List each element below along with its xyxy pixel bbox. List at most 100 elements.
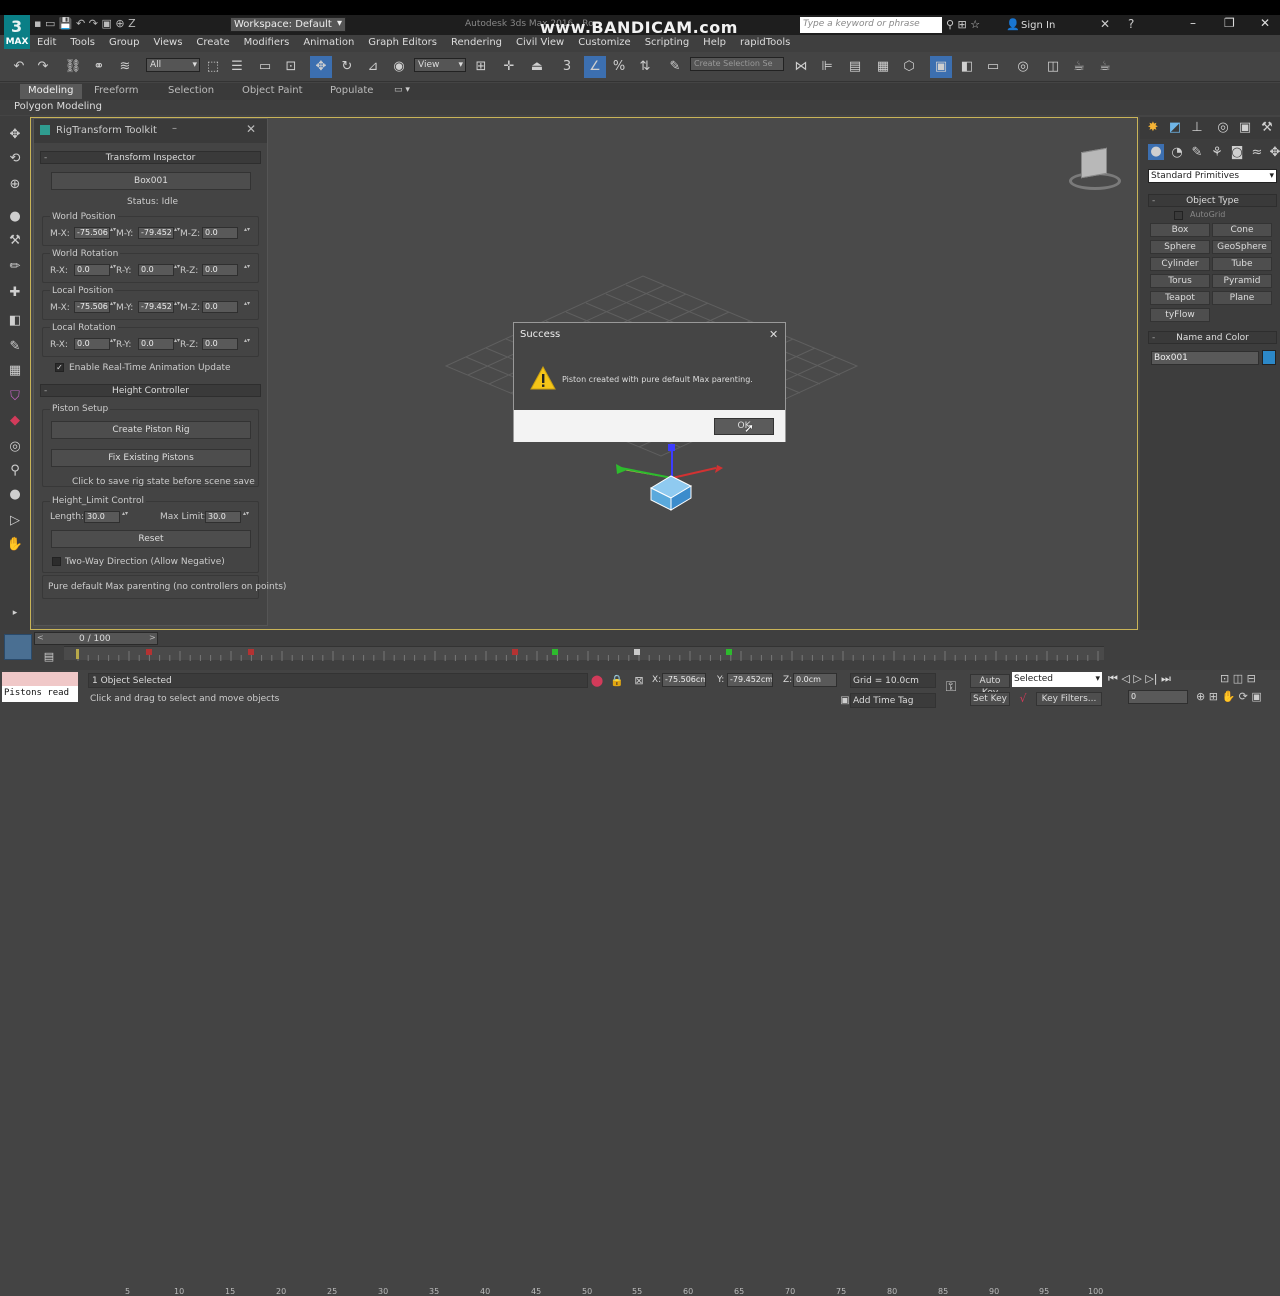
teapot-button[interactable]: Teapot	[1150, 291, 1210, 305]
reset-button[interactable]: Reset	[51, 530, 251, 548]
redo-icon[interactable]: ↷	[34, 58, 52, 76]
binoculars-icon[interactable]: ⚲ ⊞ ☆	[946, 18, 980, 31]
select-icon[interactable]: ✥	[6, 126, 24, 144]
world-rotation-z-spinner[interactable]: ▴▾	[244, 264, 250, 276]
local-rotation-z-field[interactable]: 0.0	[202, 338, 238, 350]
key-filters-button[interactable]: Key Filters...	[1036, 692, 1102, 706]
length-field[interactable]: 30.0	[84, 511, 120, 523]
play-icon[interactable]: ▷	[1133, 672, 1141, 685]
snaps-toggle-icon[interactable]: 3	[558, 58, 576, 76]
close-icon[interactable]: ✕	[1260, 16, 1270, 30]
select-object-icon[interactable]: ⬚	[204, 58, 222, 76]
time-slider-prev-icon[interactable]: <	[37, 633, 44, 642]
local-position-y-field[interactable]: -79.452	[138, 301, 174, 313]
menu-edit[interactable]: Edit	[37, 37, 56, 48]
tangent-icon[interactable]: √	[1014, 690, 1032, 708]
pyramid-button[interactable]: Pyramid	[1212, 274, 1272, 288]
display-tab-icon[interactable]: ▣	[1236, 119, 1254, 137]
zoom-extents-icon[interactable]: ⊡	[1220, 672, 1229, 685]
paint-icon[interactable]: ✚	[6, 284, 24, 302]
select-and-place-icon[interactable]: ◉	[390, 58, 408, 76]
cone-button[interactable]: Cone	[1212, 223, 1272, 237]
menu-views[interactable]: Views	[153, 37, 182, 48]
menu-group[interactable]: Group	[109, 37, 139, 48]
world-position-z-spinner[interactable]: ▴▾	[244, 227, 250, 239]
field-of-view-icon[interactable]: ◫	[1233, 672, 1243, 685]
menu-modifiers[interactable]: Modifiers	[244, 37, 290, 48]
x-coordinate-field[interactable]: -75.506cm	[662, 673, 706, 687]
render-teapot-icon[interactable]: ☕	[1096, 58, 1114, 76]
autogrid-checkbox[interactable]	[1174, 211, 1183, 220]
local-position-z-spinner[interactable]: ▴▾	[244, 301, 250, 313]
reference-coordinate-dropdown[interactable]: View ▾	[414, 58, 466, 72]
maximize-icon[interactable]: ❐	[1224, 16, 1235, 30]
tab-populate[interactable]: Populate	[322, 84, 381, 99]
align-icon[interactable]: ⊫	[818, 58, 836, 76]
world-position-x-field[interactable]: -75.506	[74, 227, 110, 239]
track-bar-toggle-icon[interactable]: ▤	[40, 648, 58, 666]
absolute-mode-icon[interactable]: ⊠	[630, 672, 648, 690]
manipulate-icon[interactable]: ✛	[500, 58, 518, 76]
menu-rapidtools[interactable]: rapidTools	[740, 37, 790, 48]
y-coordinate-field[interactable]: -79.452cm	[727, 673, 773, 687]
dialog-close-icon[interactable]: ✕	[769, 328, 778, 341]
bind-space-warp-icon[interactable]: ≋	[116, 58, 134, 76]
tab-object-paint[interactable]: Object Paint	[234, 84, 311, 99]
go-to-end-icon[interactable]: ⏭	[1161, 672, 1171, 685]
help-icon[interactable]: ?	[1128, 17, 1134, 31]
unlink-icon[interactable]: ⚭	[90, 58, 108, 76]
render-production-icon[interactable]: ◫	[1044, 58, 1062, 76]
save-rig-state-hint[interactable]: Click to save rig state before scene sav…	[72, 477, 255, 487]
render-iterative-icon[interactable]: ☕	[1070, 58, 1088, 76]
viewcube[interactable]	[1065, 146, 1123, 192]
transform-inspector-rollout[interactable]: - Transform Inspector	[40, 151, 261, 164]
modify-tab-icon[interactable]: ◩	[1166, 119, 1184, 137]
zoom-all-icon[interactable]: ⊞	[1209, 690, 1218, 703]
object-category-dropdown[interactable]: Standard Primitives ▾	[1148, 169, 1277, 183]
object-color-swatch[interactable]	[1262, 350, 1276, 365]
spacewarps-icon[interactable]: ≈	[1248, 144, 1266, 162]
tyflow-button[interactable]: tyFlow	[1150, 308, 1210, 322]
zoom-region-icon[interactable]: ⊟	[1247, 672, 1256, 685]
toggle-ribbon-icon[interactable]: ▦	[874, 58, 892, 76]
key-mode-dropdown[interactable]: Selected ▾	[1012, 672, 1102, 687]
local-position-z-field[interactable]: 0.0	[202, 301, 238, 313]
rectangular-selection-icon[interactable]: ▭	[256, 58, 274, 76]
edit-icon[interactable]: ✎	[6, 338, 24, 356]
time-slider-next-icon[interactable]: >	[149, 633, 156, 642]
bones-icon[interactable]: ⚲	[6, 462, 24, 480]
menu-customize[interactable]: Customize	[578, 37, 631, 48]
menu-help[interactable]: Help	[703, 37, 726, 48]
track-bar[interactable]	[64, 646, 1104, 661]
dot-icon[interactable]: ●	[6, 486, 24, 504]
max-limit-spinner[interactable]: ▴▾	[243, 511, 249, 523]
plane-button[interactable]: Plane	[1212, 291, 1272, 305]
minimize-icon[interactable]: –	[1190, 16, 1196, 30]
set-key-button[interactable]: Set Key	[970, 692, 1010, 706]
length-spinner[interactable]: ▴▾	[122, 511, 128, 523]
torus-button[interactable]: Torus	[1150, 274, 1210, 288]
polygon-modeling-label[interactable]: Polygon Modeling	[14, 101, 102, 112]
gem-icon[interactable]: ◆	[6, 412, 24, 430]
world-rotation-y-field[interactable]: 0.0	[138, 264, 174, 276]
object-name-button[interactable]: Box001	[51, 172, 251, 190]
select-and-rotate-icon[interactable]: ↻	[338, 58, 356, 76]
maxscript-mini-listener[interactable]	[2, 672, 78, 686]
menu-civil-view[interactable]: Civil View	[516, 37, 564, 48]
previous-frame-icon[interactable]: ◁	[1121, 672, 1129, 685]
menu-scripting[interactable]: Scripting	[645, 37, 689, 48]
world-position-z-field[interactable]: 0.0	[202, 227, 238, 239]
select-by-name-icon[interactable]: ☰	[228, 58, 246, 76]
cameras-icon[interactable]: ⚘	[1208, 144, 1226, 162]
lock-icon[interactable]: 🔒	[608, 672, 626, 690]
play-icon[interactable]: ▷	[6, 512, 24, 530]
rig-minimize-icon[interactable]: –	[172, 123, 177, 134]
object-type-rollout[interactable]: - Object Type	[1148, 194, 1277, 207]
local-rotation-y-field[interactable]: 0.0	[138, 338, 174, 350]
box001-object[interactable]	[649, 475, 693, 511]
spinner-snap-icon[interactable]: ⇅	[636, 58, 654, 76]
two-way-checkbox[interactable]	[52, 557, 61, 566]
percent-snap-icon[interactable]: %	[610, 58, 628, 76]
layer-icon[interactable]: ◧	[6, 312, 24, 330]
tab-selection[interactable]: Selection	[160, 84, 222, 99]
